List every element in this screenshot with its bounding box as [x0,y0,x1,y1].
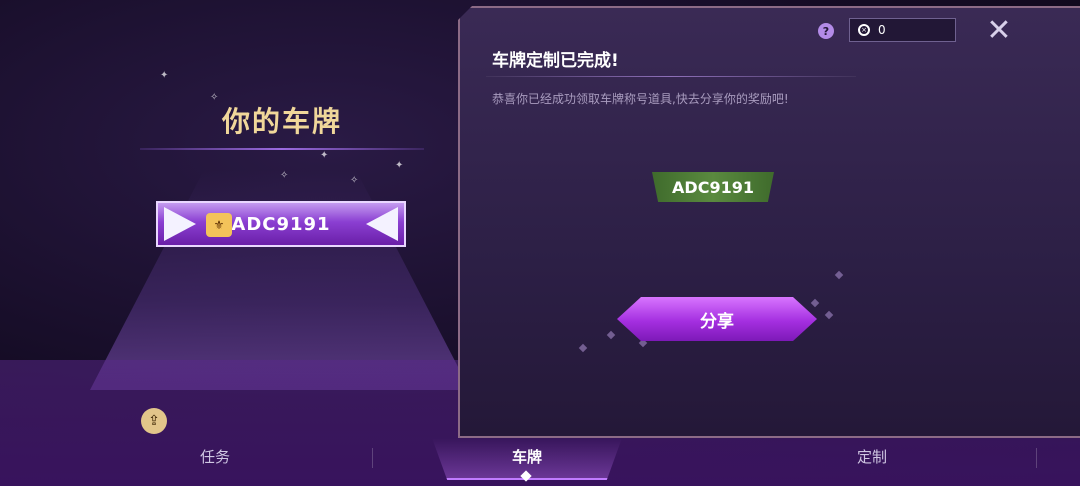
share-button[interactable]: 分享 [617,297,817,341]
tab-separator [1036,448,1037,468]
tab-separator [372,448,373,468]
help-icon[interactable]: ? [818,23,834,39]
currency-display: × 0 [849,18,956,42]
shield-badge-icon: ⚜ [206,213,232,237]
currency-value: 0 [878,23,886,37]
wing-right-icon [366,207,398,241]
dialog-divider [486,76,856,77]
close-icon[interactable]: ✕ [984,16,1014,46]
tab-plate[interactable]: 车牌 [502,446,552,467]
dialog-subtitle: 恭喜你已经成功领取车牌称号道具,快去分享你的奖励吧! [492,92,789,106]
reward-plate: ADC9191 [652,172,774,202]
plate-section-title: 你的车牌 [221,105,342,138]
dialog-title: 车牌定制已完成! [492,51,619,71]
coin-icon: × [858,24,870,36]
license-plate: ⚜ ADC9191 [156,201,406,247]
tab-customize[interactable]: 定制 [847,446,897,467]
share-icon[interactable]: ⇪ [141,408,167,434]
plate-text: ADC9191 [231,213,331,235]
wing-left-icon [164,207,196,241]
tab-tasks[interactable]: 任务 [190,446,240,467]
title-divider [140,148,424,150]
